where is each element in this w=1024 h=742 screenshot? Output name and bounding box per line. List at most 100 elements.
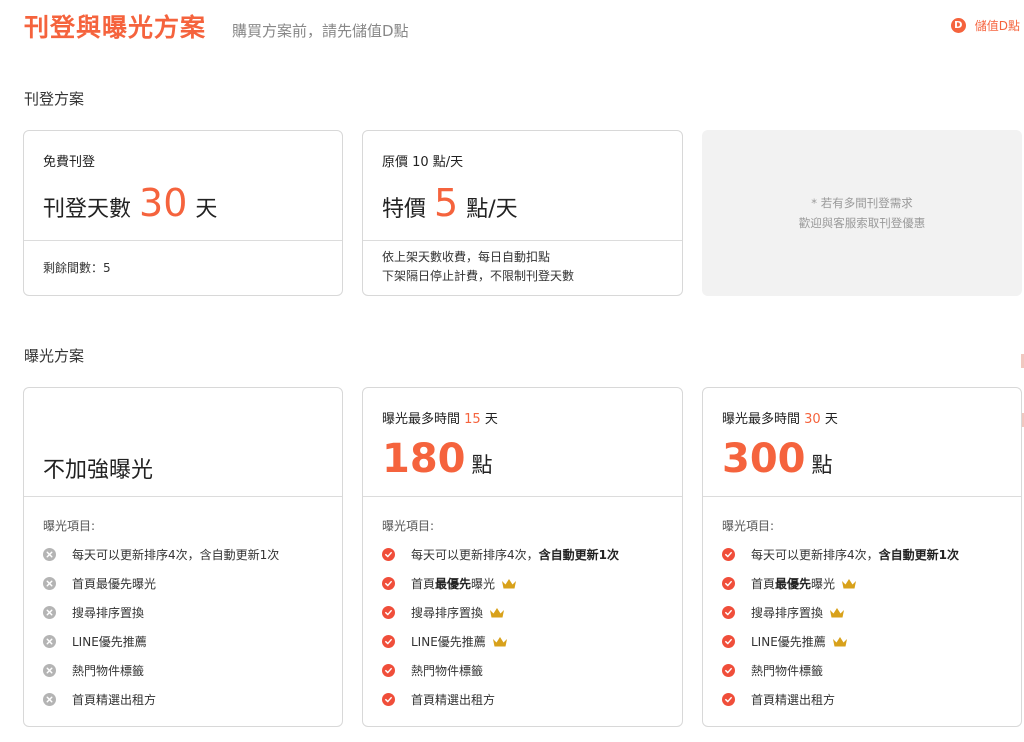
page-subtitle: 購買方案前，請先儲值D點 — [232, 22, 409, 40]
exposure-plan-card[interactable]: 曝光最多時間 15 天 180 點曝光項目: 每天可以更新排序4次， 含自動更新1次 首頁… — [362, 387, 683, 727]
paid-listing-card[interactable]: 原價 10 點/天 特價 5 點/天 依上架天數收費，每日自動扣點 下架隔日停止… — [362, 130, 683, 296]
features-title: 曝光項目: — [722, 519, 775, 533]
bulk-listing-note: * 若有多間刊登需求 歡迎與客服索取刊登優惠 — [702, 130, 1022, 296]
plan-price-unit: 點 — [471, 453, 493, 477]
feature-text: 搜尋排序置換 — [411, 606, 484, 620]
check-icon — [722, 548, 735, 561]
topup-label: 儲值D點 — [974, 19, 1020, 33]
topup-link[interactable]: D 儲值D點 — [950, 17, 1020, 34]
feature-item: 首頁精選出租方 — [382, 685, 619, 714]
listing-section-title: 刊登方案 — [24, 90, 85, 108]
cross-icon — [43, 577, 56, 590]
cross-icon — [43, 635, 56, 648]
feature-text: LINE優先推薦 — [411, 635, 486, 649]
check-icon — [722, 577, 735, 590]
plan-duration-unit: 天 — [824, 412, 838, 427]
crown-icon — [842, 578, 857, 588]
crown-icon — [832, 636, 847, 646]
feature-item: 每天可以更新排序4次，含自動更新1次 — [382, 540, 619, 569]
special-price: 特價 5 點/天 — [382, 181, 518, 225]
feature-item: LINE優先推薦 — [43, 627, 279, 656]
feature-item: 搜尋排序置換 — [722, 598, 959, 627]
exposure-plan-card[interactable]: 曝光最多時間 30 天 300 點曝光項目: 每天可以更新排序4次， 含自動更新1次首頁… — [702, 387, 1022, 727]
crown-icon — [830, 607, 845, 617]
note-line-2: 歡迎與客服索取刊登優惠 — [798, 216, 926, 230]
feature-item: 首頁精選出租方 — [722, 685, 959, 714]
feature-text: 每天可以更新排序4次，含自動更新1次 — [72, 548, 280, 562]
check-icon — [382, 693, 395, 706]
billing-description: 依上架天數收費，每日自動扣點 下架隔日停止計費，不限制刊登天數 — [382, 250, 575, 283]
plan-duration-days: 15 — [464, 412, 481, 427]
feature-item: LINE優先推薦 — [722, 627, 959, 656]
note-line-1: * 若有多間刊登需求 — [811, 196, 913, 210]
feature-text: 熱門物件標籤 — [72, 664, 145, 678]
check-icon — [722, 606, 735, 619]
feature-item: 每天可以更新排序4次，含自動更新1次 — [43, 540, 279, 569]
plan-price-number: 300 — [722, 436, 806, 482]
feature-text: 首頁最優先曝光 — [72, 577, 157, 591]
feature-item: 首頁精選出租方 — [43, 685, 279, 714]
crown-icon — [490, 607, 505, 617]
feature-item: 首頁最優先曝光 — [382, 569, 619, 598]
crown-icon — [502, 578, 517, 588]
feature-text-bold: 最優先 — [435, 577, 472, 591]
feature-list: 每天可以更新排序4次，含自動更新1次首頁最優先曝光搜尋排序置換 LINE優先推薦熱… — [722, 540, 959, 714]
plan-duration-prefix: 曝光最多時間 — [722, 412, 801, 427]
feature-text: 搜尋排序置換 — [72, 606, 145, 620]
check-icon — [382, 548, 395, 561]
feature-text-bold: 含自動更新1次 — [538, 548, 619, 562]
d-point-icon: D — [950, 18, 966, 33]
plan-price-number: 180 — [382, 436, 466, 482]
feature-text: 首頁 — [411, 577, 436, 591]
feature-item: 熱門物件標籤 — [382, 656, 619, 685]
feature-item: LINE優先推薦 — [382, 627, 619, 656]
feature-text-bold: 含自動更新1次 — [878, 548, 959, 562]
feature-item: 熱門物件標籤 — [43, 656, 279, 685]
features-title: 曝光項目: — [43, 519, 96, 533]
plan-duration-days: 30 — [804, 412, 821, 427]
feature-text: 每天可以更新排序4次， — [411, 548, 539, 562]
plan-duration-unit: 天 — [484, 412, 498, 427]
crown-icon — [492, 636, 507, 646]
feature-text-bold: 最優先 — [775, 577, 812, 591]
plan-price-unit: 點 — [811, 453, 833, 477]
plan-name: 不加強曝光 — [43, 458, 154, 483]
check-icon — [382, 664, 395, 677]
check-icon — [722, 693, 735, 706]
cross-icon — [43, 664, 56, 677]
feature-text: 首頁 — [751, 577, 776, 591]
plan-duration-prefix: 曝光最多時間 — [382, 412, 461, 427]
feature-text: 搜尋排序置換 — [751, 606, 824, 620]
cross-icon — [43, 693, 56, 706]
remaining-count: 剩餘間數：5 — [43, 261, 111, 275]
check-icon — [382, 635, 395, 648]
cross-icon — [43, 606, 56, 619]
free-listing-card[interactable]: 免費刊登 刊登天數 30 天 剩餘間數：5 — [23, 130, 343, 296]
feature-item: 搜尋排序置換 — [43, 598, 279, 627]
exposure-plan-card[interactable]: 不加強曝光曝光項目: 每天可以更新排序4次，含自動更新1次 首頁最優先曝光 搜尋排序置… — [23, 387, 343, 727]
feature-item: 熱門物件標籤 — [722, 656, 959, 685]
page-header: 刊登與曝光方案 購買方案前，請先儲值D點 — [24, 8, 409, 44]
feature-item: 首頁最優先曝光 — [43, 569, 279, 598]
feature-text: 曝光 — [811, 577, 836, 591]
feature-text: 熱門物件標籤 — [411, 664, 484, 678]
check-icon — [382, 577, 395, 590]
feature-item: 搜尋排序置換 — [382, 598, 619, 627]
plan-price: 180 點 — [382, 436, 493, 482]
check-icon — [382, 606, 395, 619]
feature-text: 曝光 — [471, 577, 496, 591]
original-price-label: 原價 10 點/天 — [382, 155, 464, 170]
feature-text: 首頁精選出租方 — [72, 693, 157, 707]
special-price-number: 5 — [434, 181, 459, 225]
free-listing-label: 免費刊登 — [43, 155, 96, 170]
check-icon — [722, 664, 735, 677]
cross-icon — [43, 548, 56, 561]
free-listing-days: 刊登天數 30 天 — [43, 181, 218, 225]
plan-price: 300 點 — [722, 436, 833, 482]
feature-text: 熱門物件標籤 — [751, 664, 824, 678]
page-title: 刊登與曝光方案 — [24, 13, 207, 42]
feature-item: 首頁最優先曝光 — [722, 569, 959, 598]
features-title: 曝光項目: — [382, 519, 435, 533]
feature-text: 每天可以更新排序4次， — [751, 548, 879, 562]
exposure-section-title: 曝光方案 — [24, 347, 85, 365]
